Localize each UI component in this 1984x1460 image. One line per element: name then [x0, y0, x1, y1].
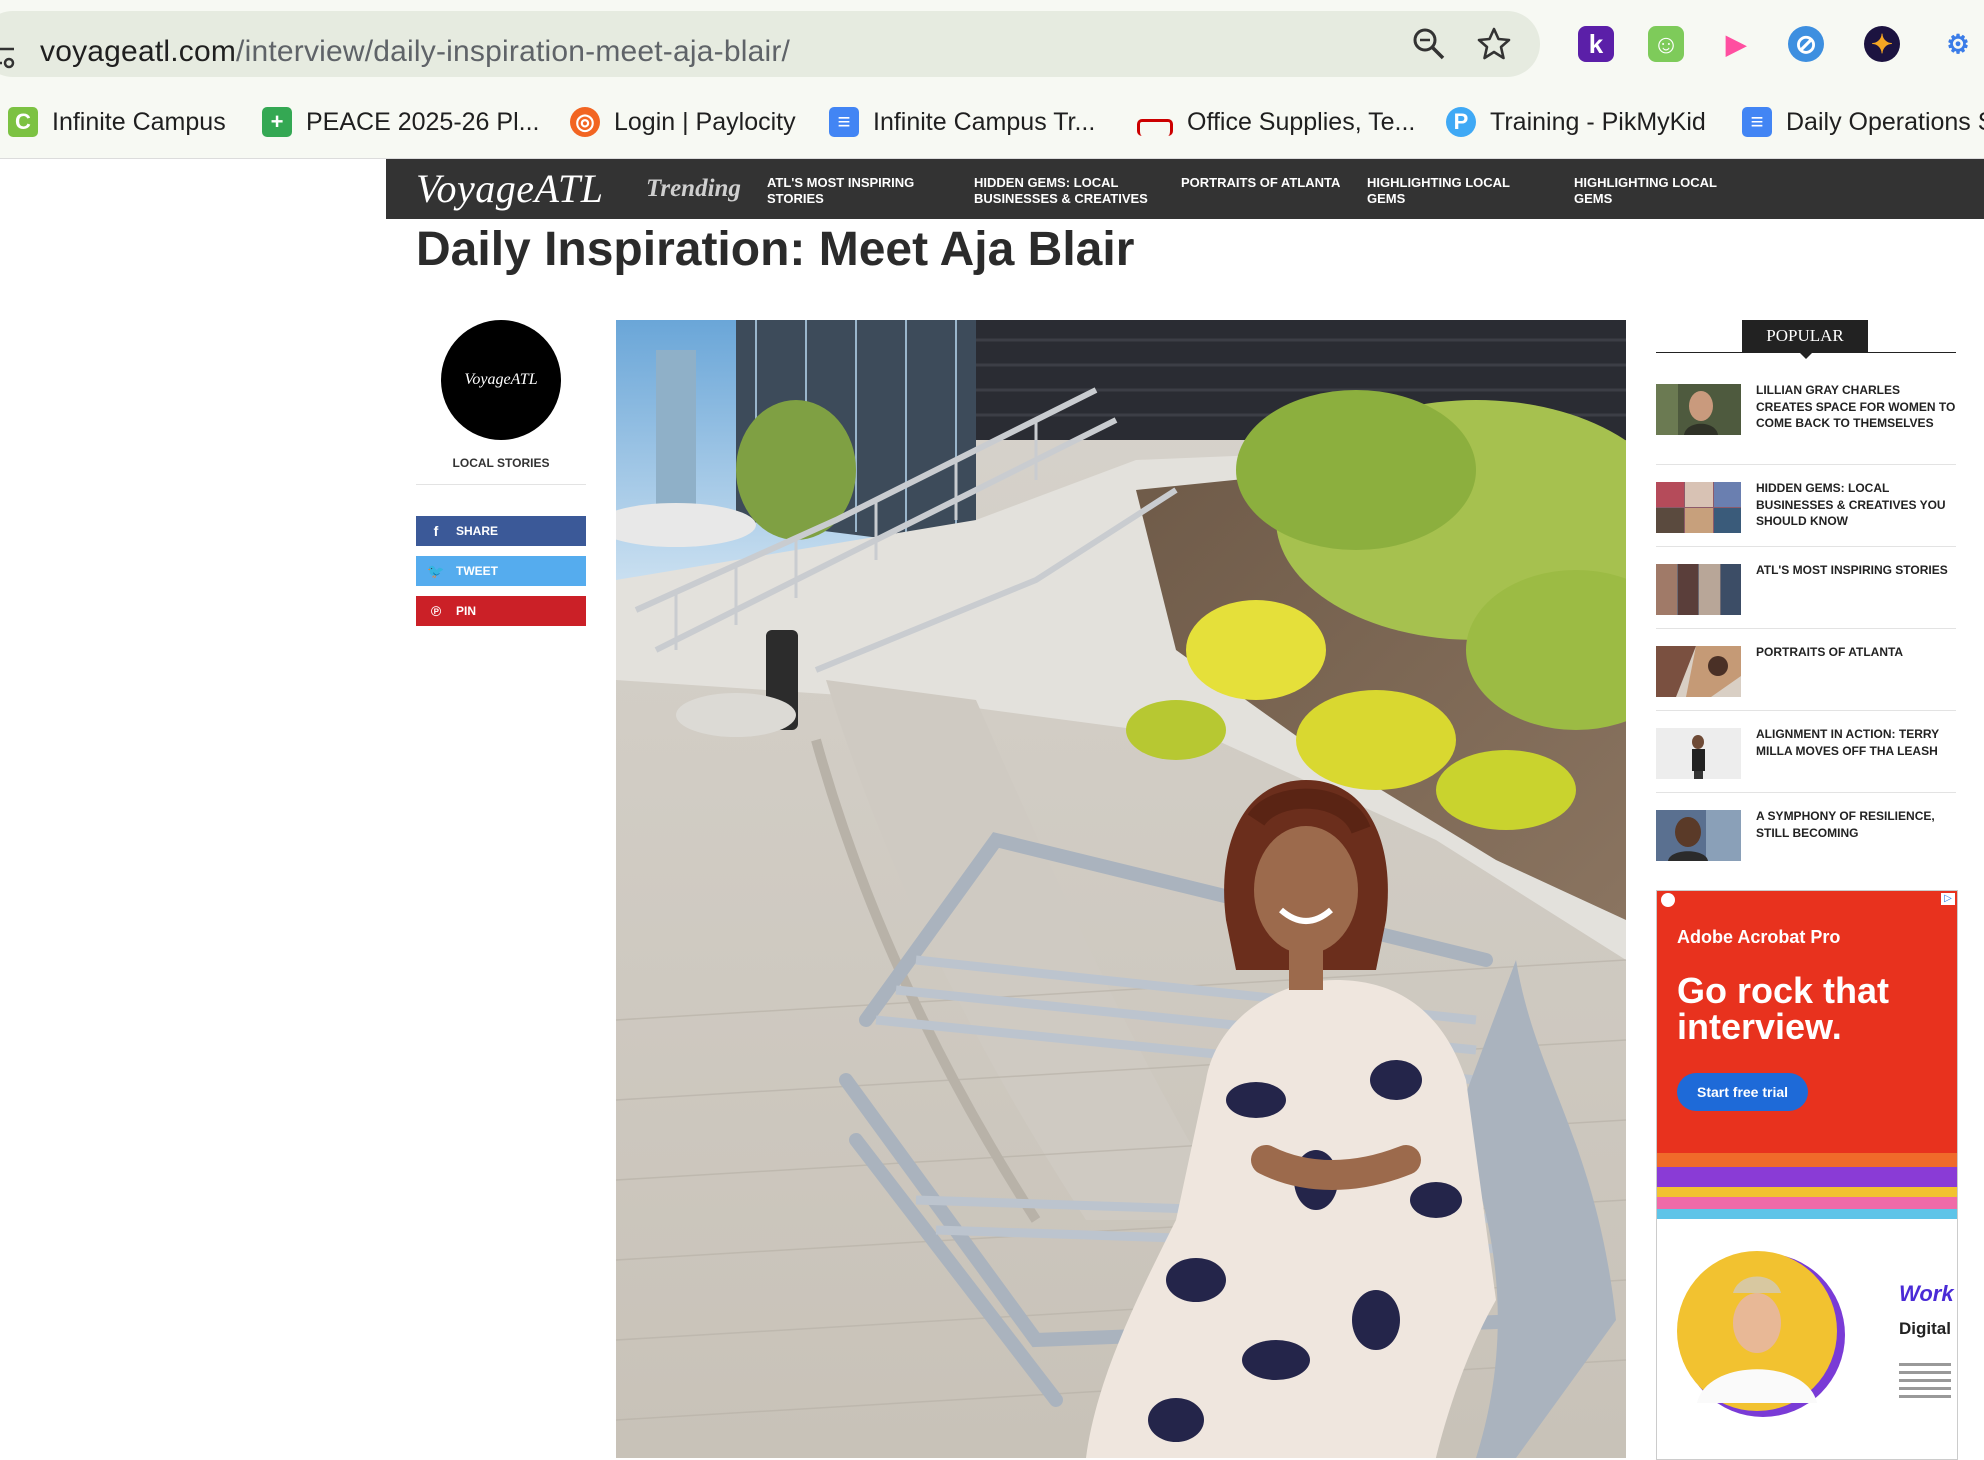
adchoices-icon[interactable]: ▷: [1941, 893, 1955, 905]
url-path: /interview/daily-inspiration-meet-aja-bl…: [236, 35, 791, 68]
k-extension-icon[interactable]: k: [1578, 26, 1614, 62]
puzzle-extension-icon[interactable]: ⚙: [1940, 26, 1976, 62]
bookmark-label: Office Supplies, Te...: [1187, 107, 1416, 136]
site-navigation: VoyageATL Trending ATL'S MOST INSPIRING …: [386, 159, 1984, 219]
author-name[interactable]: LOCAL STORIES: [416, 456, 586, 470]
sidebar-advertisement[interactable]: ▷ Adobe Acrobat Pro Go rock that intervi…: [1656, 890, 1958, 1460]
bookmark-paylocity[interactable]: ◎ Login | Paylocity: [570, 102, 796, 142]
site-logo[interactable]: VoyageATL: [416, 165, 603, 212]
pinterest-icon: ℗: [430, 603, 442, 619]
popular-item-title: LILLIAN GRAY CHARLES CREATES SPACE FOR W…: [1756, 383, 1956, 430]
popular-item[interactable]: ALIGNMENT IN ACTION: TERRY MILLA MOVES O…: [1656, 726, 1956, 798]
bookmark-label: PEACE 2025-26 Pl...: [306, 107, 540, 136]
collage-thumbnail: [1656, 482, 1741, 533]
portrait-thumbnail: [1656, 810, 1741, 861]
popular-item-title: PORTRAITS OF ATLANTA: [1756, 645, 1904, 659]
facebook-icon: f: [433, 523, 439, 539]
face-extension-icon[interactable]: ☺: [1648, 26, 1684, 62]
nav-item-portraits[interactable]: PORTRAITS OF ATLANTA: [1181, 175, 1361, 191]
compass-extension-icon[interactable]: ✦: [1864, 26, 1900, 62]
popular-item-title: HIDDEN GEMS: LOCAL BUSINESSES & CREATIVE…: [1756, 481, 1946, 528]
twitter-share-button[interactable]: 🐦 TWEET: [416, 556, 586, 586]
share-label: PIN: [456, 604, 477, 618]
docs-icon: ≡: [1742, 107, 1772, 137]
url-text[interactable]: voyageatl.com/interview/daily-inspiratio…: [40, 35, 790, 69]
ad-digital-text: Digital: [1899, 1319, 1951, 1338]
portrait-thumbnail: [1656, 728, 1741, 779]
bookmarks-bar: C Infinite Campus + PEACE 2025-26 Pl... ◎ L…: [0, 90, 1984, 159]
address-bar[interactable]: voyageatl.com/interview/daily-inspiratio…: [0, 11, 1540, 77]
browser-toolbar: voyageatl.com/interview/daily-inspiratio…: [0, 0, 1984, 90]
bookmark-pikmykid[interactable]: P Training - PikMyKid: [1446, 102, 1706, 142]
popular-item[interactable]: HIDDEN GEMS: LOCAL BUSINESSES & CREATIVE…: [1656, 480, 1956, 552]
popular-item-title: A SYMPHONY OF RESILIENCE, STILL BECOMING: [1756, 809, 1935, 840]
share-label: TWEET: [456, 564, 498, 578]
paylocity-icon: ◎: [570, 107, 600, 137]
divider: [416, 484, 586, 485]
bookmark-peace-plan[interactable]: + PEACE 2025-26 Pl...: [262, 102, 539, 142]
heading-arrow: [1799, 352, 1813, 359]
nav-item-local-gems-2[interactable]: HIGHLIGHTING LOCAL GEMS: [1574, 175, 1734, 207]
article-title: Daily Inspiration: Meet Aja Blair: [416, 223, 1135, 276]
ad-brand: Adobe Acrobat Pro: [1677, 927, 1841, 947]
bookmark-label: Infinite Campus: [52, 107, 226, 136]
bookmark-infinite-campus-training[interactable]: ≡ Infinite Campus Tr...: [829, 102, 1095, 142]
twitter-icon: 🐦: [427, 562, 445, 579]
zoom-icon[interactable]: [1412, 27, 1446, 61]
bookmark-daily-operations[interactable]: ≡ Daily Operations S: [1742, 102, 1984, 142]
popular-item-title: ALIGNMENT IN ACTION: TERRY MILLA MOVES O…: [1756, 727, 1939, 758]
bookmark-label: Login | Paylocity: [614, 107, 796, 136]
link-extension-icon[interactable]: ⊘: [1788, 26, 1824, 62]
share-label: SHARE: [456, 524, 499, 538]
ad-work-text: Work: [1899, 1281, 1954, 1306]
divider: [1656, 546, 1956, 547]
ad-info-icon[interactable]: [1661, 893, 1675, 907]
bookmark-label: Daily Operations S: [1786, 107, 1984, 136]
ad-cta-button[interactable]: Start free trial: [1677, 1073, 1809, 1111]
campus-icon: C: [8, 107, 38, 137]
divider: [1656, 464, 1956, 465]
docs-icon: ≡: [829, 107, 859, 137]
ad-banner: ▷ Adobe Acrobat Pro Go rock that intervi…: [1657, 891, 1957, 1153]
sheets-icon: +: [262, 107, 292, 137]
bookmark-label: Infinite Campus Tr...: [873, 107, 1096, 136]
portrait-thumbnail: [1656, 384, 1741, 435]
ad-headline: Go rock that interview.: [1677, 970, 1890, 1047]
pinterest-share-button[interactable]: ℗ PIN: [416, 596, 586, 626]
author-avatar[interactable]: VoyageATL: [441, 320, 561, 440]
divider: [1656, 628, 1956, 629]
nav-item-hidden-gems[interactable]: HIDDEN GEMS: LOCAL BUSINESSES & CREATIVE…: [974, 175, 1154, 207]
url-host: voyageatl.com: [40, 35, 237, 68]
bookmark-star-icon[interactable]: [1476, 26, 1512, 62]
trending-label: Trending: [646, 175, 741, 202]
bookmark-label: Training - PikMyKid: [1490, 107, 1706, 136]
popular-item-title: ATL'S MOST INSPIRING STORIES: [1756, 563, 1948, 577]
divider: [1656, 792, 1956, 793]
popular-item[interactable]: PORTRAITS OF ATLANTA: [1656, 644, 1956, 716]
featured-photo: [616, 320, 1626, 1458]
pikmykid-icon: P: [1446, 107, 1476, 137]
facebook-share-button[interactable]: f SHARE: [416, 516, 586, 546]
popular-item[interactable]: LILLIAN GRAY CHARLES CREATES SPACE FOR W…: [1656, 382, 1956, 454]
popular-item[interactable]: A SYMPHONY OF RESILIENCE, STILL BECOMING: [1656, 808, 1956, 880]
office-icon: [1137, 118, 1173, 136]
divider: [1656, 710, 1956, 711]
popular-heading: POPULAR: [1742, 320, 1868, 352]
nav-item-local-gems[interactable]: HIGHLIGHTING LOCAL GEMS: [1367, 175, 1527, 207]
media-extension-icon[interactable]: ▶: [1718, 26, 1754, 62]
collage-thumbnail: [1656, 564, 1741, 615]
nav-item-inspiring-stories[interactable]: ATL'S MOST INSPIRING STORIES: [767, 175, 947, 207]
bookmark-office-supplies[interactable]: Office Supplies, Te...: [1137, 102, 1415, 142]
bookmark-infinite-campus[interactable]: C Infinite Campus: [8, 102, 226, 142]
collage-thumbnail: [1656, 646, 1741, 697]
popular-item[interactable]: ATL'S MOST INSPIRING STORIES: [1656, 562, 1956, 634]
site-settings-icon[interactable]: [0, 41, 16, 71]
